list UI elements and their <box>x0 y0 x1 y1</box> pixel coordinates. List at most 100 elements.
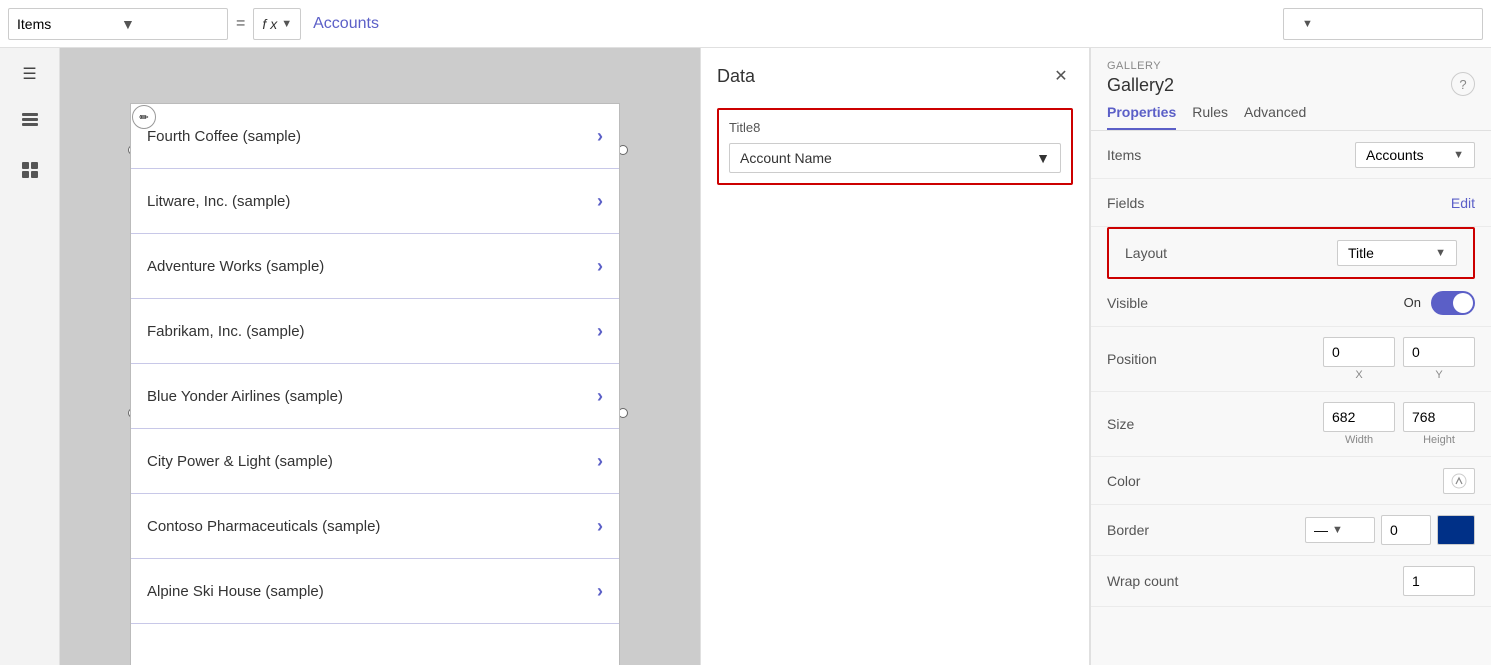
items-row: Items Accounts ▼ <box>1091 131 1491 179</box>
gallery-item[interactable]: Contoso Pharmaceuticals (sample) › <box>131 494 619 559</box>
grid-icon[interactable] <box>16 156 44 184</box>
items-prop-label: Items <box>1107 147 1187 163</box>
items-value: Accounts <box>1366 147 1424 163</box>
size-inputs <box>1323 402 1475 432</box>
gallery-item-text: Blue Yonder Airlines (sample) <box>147 388 343 405</box>
border-prop-label: Border <box>1107 522 1187 538</box>
left-sidebar: ☰ <box>0 48 60 665</box>
help-icon[interactable]: ? <box>1451 72 1475 96</box>
items-value-dropdown[interactable]: Accounts ▼ <box>1355 142 1475 168</box>
items-dropdown-chevron: ▼ <box>1453 149 1464 161</box>
visible-row: Visible On <box>1091 279 1491 327</box>
position-y-input[interactable] <box>1403 337 1475 367</box>
color-swatch[interactable] <box>1443 468 1475 494</box>
field-label: Title8 <box>729 120 1061 135</box>
items-label: Items <box>17 16 115 32</box>
wrap-count-label: Wrap count <box>1107 573 1187 589</box>
data-field-box: Title8 Account Name ▼ <box>717 108 1073 185</box>
position-x-label: X <box>1323 369 1395 381</box>
position-inputs-group: X Y <box>1323 337 1475 381</box>
wrap-count-row: Wrap count <box>1091 556 1491 607</box>
right-dropdown[interactable]: ▼ <box>1283 8 1483 40</box>
data-panel: Data ✕ Title8 Account Name ▼ <box>700 48 1090 665</box>
gallery-label: GALLERY <box>1107 60 1475 72</box>
items-dropdown[interactable]: Items ▼ <box>8 8 228 40</box>
fields-prop-label: Fields <box>1107 195 1187 211</box>
gallery-item-chevron-icon: › <box>597 256 603 277</box>
field-value: Account Name <box>740 150 832 166</box>
size-row: Size Width Height <box>1091 392 1491 457</box>
gallery-item-chevron-icon: › <box>597 451 603 472</box>
gallery-item-chevron-icon: › <box>597 386 603 407</box>
gallery-item-text: Contoso Pharmaceuticals (sample) <box>147 518 380 535</box>
border-prop-value: — ▼ <box>1305 515 1475 545</box>
field-dropdown[interactable]: Account Name ▼ <box>729 143 1061 173</box>
tab-properties[interactable]: Properties <box>1107 96 1176 130</box>
size-height-input[interactable] <box>1403 402 1475 432</box>
close-button[interactable]: ✕ <box>1049 64 1073 88</box>
panel-tabs: Properties Rules Advanced <box>1091 96 1491 131</box>
position-row: Position X Y <box>1091 327 1491 392</box>
properties-panel: GALLERY Gallery2 ? Properties Rules Adva… <box>1090 48 1491 665</box>
gallery-item-text: Adventure Works (sample) <box>147 258 324 275</box>
gallery-item-text: City Power & Light (sample) <box>147 453 333 470</box>
position-inputs <box>1323 337 1475 367</box>
hamburger-icon[interactable]: ☰ <box>16 60 44 88</box>
field-chevron-icon: ▼ <box>1036 150 1050 166</box>
formula-bar[interactable]: Accounts <box>305 8 1279 40</box>
position-x-input[interactable] <box>1323 337 1395 367</box>
fx-chevron-icon: ▼ <box>281 18 292 30</box>
fields-prop-value: Edit <box>1451 195 1475 211</box>
items-chevron-icon: ▼ <box>121 16 219 32</box>
size-inputs-group: Width Height <box>1323 402 1475 446</box>
gallery-item[interactable]: City Power & Light (sample) › <box>131 429 619 494</box>
equals-icon: = <box>232 15 249 33</box>
gallery-item-text: Alpine Ski House (sample) <box>147 583 324 600</box>
size-width-label: Width <box>1323 434 1395 446</box>
formula-value: Accounts <box>313 15 379 33</box>
canvas-area: Fourth Coffee (sample)›Litware, Inc. (sa… <box>60 48 700 665</box>
layout-dropdown[interactable]: Title ▼ <box>1337 240 1457 266</box>
gallery-item[interactable]: Fourth Coffee (sample)› <box>131 104 619 169</box>
border-style-dropdown[interactable]: — ▼ <box>1305 517 1375 543</box>
wrap-count-value <box>1403 566 1475 596</box>
position-prop-label: Position <box>1107 351 1187 367</box>
layers-icon[interactable] <box>16 108 44 136</box>
gallery-item[interactable]: Litware, Inc. (sample)› <box>131 169 619 234</box>
visible-on-label: On <box>1404 295 1421 310</box>
gallery-item-chevron-icon: › <box>597 581 603 602</box>
gallery-item[interactable]: Alpine Ski House (sample) › <box>131 559 619 624</box>
gallery-name: Gallery2 <box>1107 73 1174 96</box>
border-row: Border — ▼ <box>1091 505 1491 556</box>
size-width-input[interactable] <box>1323 402 1395 432</box>
gallery-list: Fourth Coffee (sample)›Litware, Inc. (sa… <box>131 104 619 624</box>
gallery-item[interactable]: Blue Yonder Airlines (sample) › <box>131 364 619 429</box>
fx-label: f <box>262 16 266 32</box>
right-dropdown-chevron-icon: ▼ <box>1302 18 1313 30</box>
fields-edit-link[interactable]: Edit <box>1451 195 1475 211</box>
top-bar: Items ▼ = fx ▼ Accounts ▼ <box>0 0 1491 48</box>
visible-prop-label: Visible <box>1107 295 1187 311</box>
fx-x: x <box>270 16 277 32</box>
gallery-item[interactable]: Fabrikam, Inc. (sample)› <box>131 299 619 364</box>
border-style-line: — <box>1314 522 1328 538</box>
layout-prop-value: Title ▼ <box>1337 240 1457 266</box>
gallery-item-chevron-icon: › <box>597 516 603 537</box>
border-thickness-input[interactable] <box>1381 515 1431 545</box>
color-prop-value <box>1443 468 1475 494</box>
layout-value: Title <box>1348 245 1374 261</box>
gallery-item-chevron-icon: › <box>597 321 603 342</box>
edit-pencil-icon[interactable]: ✏ <box>132 105 156 129</box>
visible-toggle[interactable] <box>1431 291 1475 315</box>
tab-advanced[interactable]: Advanced <box>1244 96 1306 130</box>
gallery-item[interactable]: Adventure Works (sample) › <box>131 234 619 299</box>
main-area: ☰ Fourth Coffee (sample)›Litware, Inc. (… <box>0 48 1491 665</box>
fields-row: Fields Edit <box>1091 179 1491 227</box>
layout-prop-label: Layout <box>1125 245 1205 261</box>
tab-rules[interactable]: Rules <box>1192 96 1228 130</box>
gallery-item-text: Fourth Coffee (sample) <box>147 128 301 145</box>
wrap-count-input[interactable] <box>1403 566 1475 596</box>
border-color-swatch[interactable] <box>1437 515 1475 545</box>
fx-button[interactable]: fx ▼ <box>253 8 301 40</box>
data-panel-header: Data ✕ <box>717 64 1073 88</box>
